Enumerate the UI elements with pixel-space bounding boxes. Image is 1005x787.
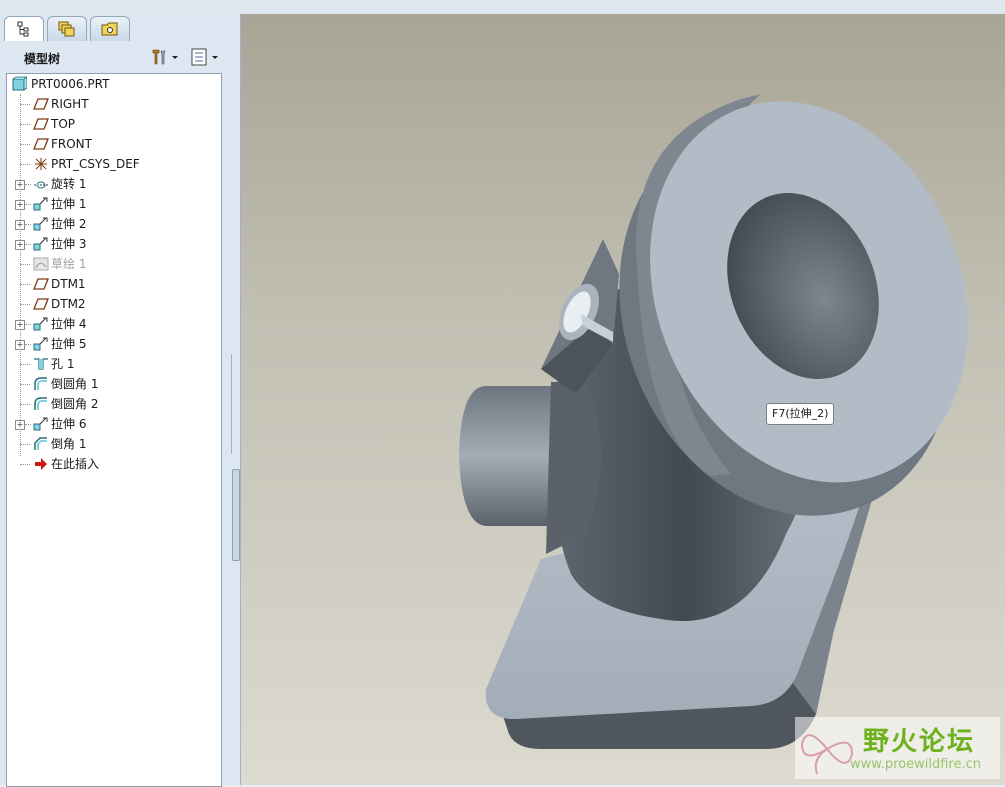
tree-item-extrude-4[interactable]: + 拉伸 4: [7, 314, 221, 334]
insert-here-arrow-icon: [35, 458, 47, 470]
tree-item-label: FRONT: [51, 137, 92, 151]
feature-tooltip: F7(拉伸_2): [766, 403, 835, 425]
tree-settings-button[interactable]: [150, 47, 180, 67]
tree-item-extrude-3[interactable]: + 拉伸 3: [7, 234, 221, 254]
layers-icon: [58, 21, 75, 37]
round-icon: [34, 377, 47, 390]
tree-item-label: PRT_CSYS_DEF: [51, 157, 140, 171]
tree-item-extrude-6[interactable]: + 拉伸 6: [7, 414, 221, 434]
tree-item-right[interactable]: RIGHT: [7, 94, 221, 114]
part-icon: [12, 76, 27, 91]
tree-item-insert-here[interactable]: 在此插入: [7, 454, 221, 474]
tree-item-label: 倒圆角 2: [51, 397, 99, 411]
chamfer-icon: [34, 437, 47, 450]
tree-item-label: RIGHT: [51, 97, 89, 111]
tree-item-label: PRT0006.PRT: [31, 77, 110, 91]
tree-display-icon: [191, 48, 218, 66]
tree-item-extrude-1[interactable]: + 拉伸 1: [7, 194, 221, 214]
round-icon: [34, 397, 47, 410]
tree-item-round-1[interactable]: 倒圆角 1: [7, 374, 221, 394]
expand-toggle[interactable]: +: [15, 340, 25, 350]
tree-item-label: 草绘 1: [51, 257, 87, 271]
tree-item-chamfer-1[interactable]: 倒角 1: [7, 434, 221, 454]
tab-layers[interactable]: [47, 16, 87, 41]
csys-icon: [35, 158, 47, 170]
3d-part-model[interactable]: [241, 14, 1005, 785]
expand-toggle[interactable]: +: [15, 180, 25, 190]
tree-item-round-2[interactable]: 倒圆角 2: [7, 394, 221, 414]
extrude-icon: [33, 337, 48, 351]
tree-item-label: DTM2: [51, 297, 86, 311]
tree-item-label: 拉伸 3: [51, 237, 87, 251]
side-boss: [459, 386, 561, 526]
navigator-panel: 模型树 PRT0006.PRT RIGHT TOP FRONT PRT_CSYS…: [0, 14, 241, 787]
tree-item-label: 拉伸 2: [51, 217, 87, 231]
model-tree-icon: [17, 21, 29, 37]
tab-model-tree[interactable]: [4, 16, 44, 41]
tree-display-button[interactable]: [190, 47, 220, 67]
expand-toggle[interactable]: +: [15, 240, 25, 250]
panel-resize-grip[interactable]: [231, 354, 240, 454]
model-tree[interactable]: PRT0006.PRT RIGHT TOP FRONT PRT_CSYS_DEF…: [6, 73, 222, 787]
tree-item-sketch-1[interactable]: 草绘 1: [7, 254, 221, 274]
tree-item-csys[interactable]: PRT_CSYS_DEF: [7, 154, 221, 174]
tree-item-front[interactable]: FRONT: [7, 134, 221, 154]
tree-item-extrude-2[interactable]: + 拉伸 2: [7, 214, 221, 234]
watermark-title: 野火论坛: [863, 727, 976, 757]
tree-item-label: 拉伸 1: [51, 197, 87, 211]
tree-item-label: 倒圆角 1: [51, 377, 99, 391]
expand-toggle[interactable]: +: [15, 220, 25, 230]
tree-item-label: 旋转 1: [51, 177, 87, 191]
tree-item-label: 拉伸 5: [51, 337, 87, 351]
expand-toggle[interactable]: +: [15, 320, 25, 330]
revolve-icon: [34, 181, 48, 189]
datum-plane-icon: [33, 138, 49, 150]
tree-item-extrude-5[interactable]: + 拉伸 5: [7, 334, 221, 354]
tree-item-dtm1[interactable]: DTM1: [7, 274, 221, 294]
watermark-logo-icon: [800, 734, 854, 775]
expand-toggle[interactable]: +: [15, 420, 25, 430]
datum-plane-icon: [33, 298, 49, 310]
navigator-tabs: [0, 14, 240, 42]
model-tree-header: 模型树: [4, 42, 230, 72]
panel-title: 模型树: [24, 52, 61, 66]
tools-settings-icon: [152, 49, 178, 65]
extrude-icon: [33, 237, 48, 251]
folder-icon: [101, 22, 118, 36]
tree-item-top[interactable]: TOP: [7, 114, 221, 134]
hole-icon: [34, 358, 48, 370]
sketch-icon: [33, 257, 49, 271]
tree-item-label: 倒角 1: [51, 437, 87, 451]
tree-item-part[interactable]: PRT0006.PRT: [7, 74, 221, 94]
tree-item-revolve-1[interactable]: + 旋转 1: [7, 174, 221, 194]
tree-item-dtm2[interactable]: DTM2: [7, 294, 221, 314]
extrude-icon: [33, 417, 48, 431]
tree-item-label: TOP: [51, 117, 76, 131]
datum-plane-icon: [33, 278, 49, 290]
datum-plane-icon: [33, 118, 49, 130]
watermark: 野火论坛 www.proewildfire.cn: [795, 717, 1000, 779]
tree-item-label: DTM1: [51, 277, 86, 291]
tree-item-label: 在此插入: [51, 457, 100, 471]
datum-plane-icon: [33, 98, 49, 110]
extrude-icon: [33, 317, 48, 331]
panel-sash-handle[interactable]: [232, 469, 240, 561]
extrude-icon: [33, 197, 48, 211]
title-strip: [0, 0, 1005, 15]
tree-item-hole-1[interactable]: 孔 1: [7, 354, 221, 374]
watermark-url: www.proewildfire.cn: [850, 757, 981, 772]
tree-item-label: 拉伸 6: [51, 417, 87, 431]
extrude-icon: [33, 217, 48, 231]
tab-favorites[interactable]: [90, 16, 130, 41]
tree-item-label: 拉伸 4: [51, 317, 87, 331]
expand-toggle[interactable]: +: [15, 200, 25, 210]
tree-item-label: 孔 1: [51, 357, 75, 371]
graphics-viewport[interactable]: [241, 14, 1005, 785]
